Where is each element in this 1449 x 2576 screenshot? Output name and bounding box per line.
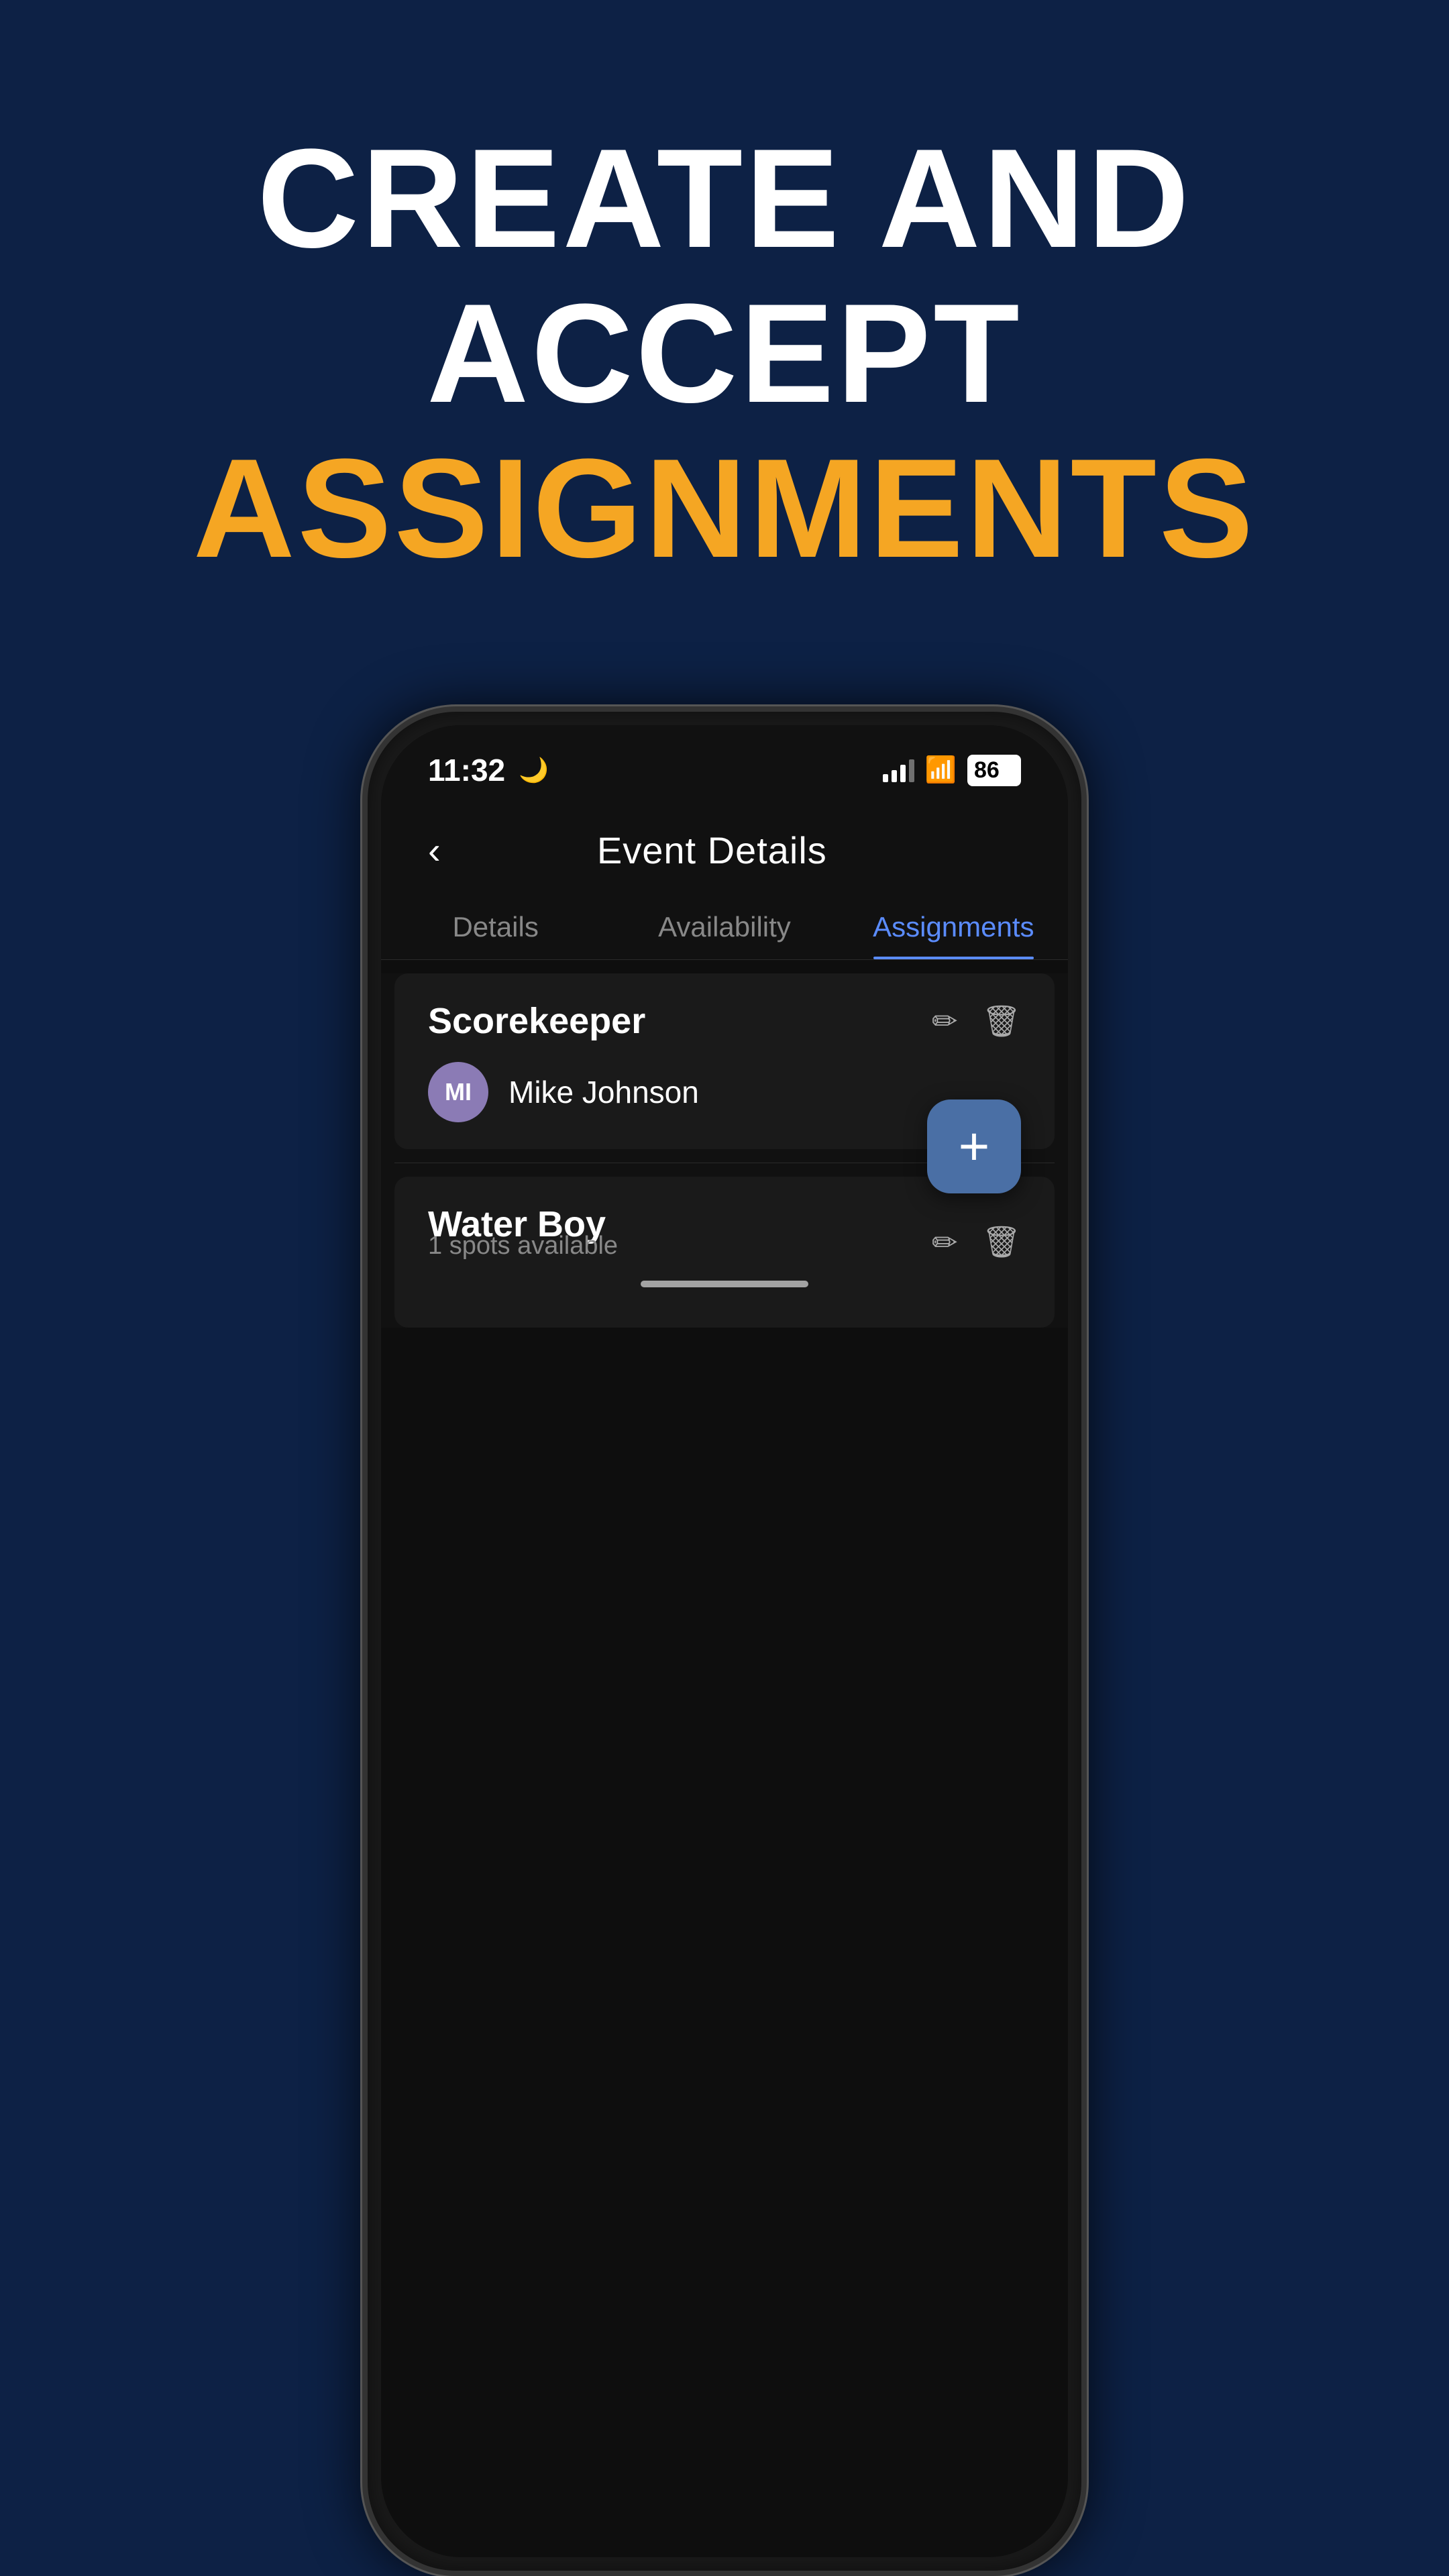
- back-button[interactable]: ‹: [421, 822, 447, 879]
- tab-assignments[interactable]: Assignments: [839, 892, 1068, 959]
- app-nav: ‹ Event Details: [381, 802, 1068, 892]
- battery-indicator: 86: [967, 755, 1021, 786]
- assignment-actions-scorekeeper: ✏ 🗑: [932, 1003, 1021, 1040]
- assignment-title-scorekeeper: Scorekeeper: [428, 1000, 645, 1042]
- assignment-header-waterboy: Water Boy 1 spots available ✏ 🗑: [428, 1203, 1021, 1281]
- assignment-card-waterboy: Water Boy 1 spots available ✏ 🗑: [394, 1177, 1055, 1328]
- tabs-container: Details Availability Assignments: [381, 892, 1068, 960]
- app-title: Event Details: [447, 828, 977, 872]
- assignment-header-scorekeeper: Scorekeeper ✏ 🗑: [428, 1000, 1021, 1042]
- content-area: Scorekeeper ✏ 🗑 MI Mike Johnson: [381, 973, 1068, 1328]
- tab-availability[interactable]: Availability: [610, 892, 839, 959]
- avatar-mike: MI: [428, 1062, 488, 1122]
- phone-wrapper: 11:32 🌙 📶 86: [362, 706, 1087, 2576]
- tab-details[interactable]: Details: [381, 892, 610, 959]
- home-indicator: [641, 1281, 808, 1287]
- moon-icon: 🌙: [519, 756, 549, 784]
- status-time: 11:32: [428, 752, 505, 788]
- assignment-actions-waterboy: ✏ 🗑: [932, 1224, 1021, 1260]
- phone-shell: 11:32 🌙 📶 86: [362, 706, 1087, 2576]
- assignee-name-mike: Mike Johnson: [508, 1074, 699, 1110]
- header-line1: CREATE AND ACCEPT: [0, 121, 1449, 431]
- assignment-subtitle-waterboy: 1 spots available: [428, 1232, 618, 1260]
- wifi-icon: 📶: [925, 755, 957, 785]
- edit-waterboy-button[interactable]: ✏: [932, 1224, 958, 1260]
- fab-plus-icon: +: [959, 1120, 990, 1173]
- header-line2: ASSIGNMENTS: [0, 431, 1449, 586]
- page-header: CREATE AND ACCEPT ASSIGNMENTS: [0, 121, 1449, 586]
- signal-bars-icon: [883, 758, 914, 782]
- delete-waterboy-button[interactable]: 🗑: [982, 1224, 1021, 1260]
- add-assignment-fab[interactable]: +: [927, 1099, 1021, 1193]
- edit-scorekeeper-button[interactable]: ✏: [932, 1003, 958, 1039]
- phone-screen: 11:32 🌙 📶 86: [381, 725, 1068, 2557]
- status-icons: 📶 86: [883, 755, 1021, 786]
- delete-scorekeeper-button[interactable]: 🗑: [982, 1003, 1021, 1040]
- status-bar: 11:32 🌙 📶 86: [381, 725, 1068, 802]
